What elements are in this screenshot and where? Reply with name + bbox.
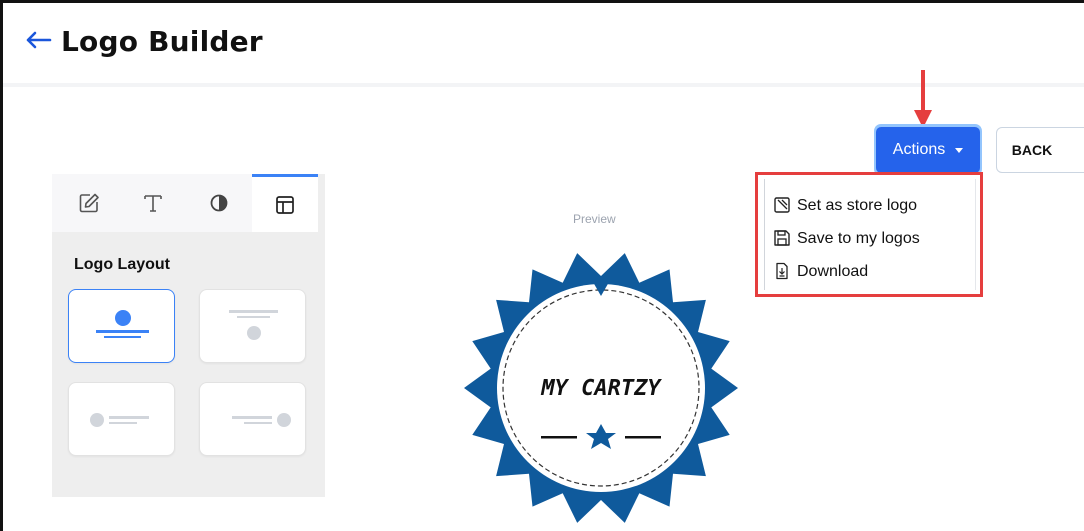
save-icon xyxy=(774,230,790,246)
download-icon xyxy=(776,262,788,280)
panel-title: Logo Layout xyxy=(74,256,170,273)
logo-text: MY CARTZY xyxy=(540,376,662,401)
actions-dropdown-menu: Set as store logo Save to my logos Downl… xyxy=(755,172,983,297)
annotation-arrow-icon xyxy=(913,70,933,132)
layout-option-icon-right[interactable] xyxy=(199,382,306,456)
contrast-icon xyxy=(210,194,228,212)
back-button[interactable]: BACK xyxy=(996,127,1084,173)
back-arrow-icon[interactable] xyxy=(23,25,53,55)
page-title: Logo Builder xyxy=(61,25,263,58)
tab-text[interactable] xyxy=(120,174,186,232)
menu-item-save-to-my-logos[interactable]: Save to my logos xyxy=(774,226,920,252)
editor-tab-bar xyxy=(52,174,318,232)
store-logo-icon xyxy=(774,197,790,213)
layout-option-icon-left[interactable] xyxy=(68,382,175,456)
caret-down-icon xyxy=(955,147,964,153)
tab-edit[interactable] xyxy=(56,174,122,232)
logo-preview: MY CARTZY xyxy=(463,250,739,526)
actions-button[interactable]: Actions xyxy=(876,127,980,173)
menu-item-label: Save to my logos xyxy=(797,230,920,247)
tab-layout[interactable] xyxy=(252,174,318,232)
preview-label: Preview xyxy=(573,212,616,226)
layout-option-text-top[interactable] xyxy=(199,289,306,363)
menu-item-download[interactable]: Download xyxy=(776,259,869,285)
menu-item-set-store-logo[interactable]: Set as store logo xyxy=(774,193,918,219)
logo-editor-panel: Logo Layout xyxy=(52,174,325,497)
tab-contrast[interactable] xyxy=(186,174,252,232)
menu-item-label: Download xyxy=(797,263,869,280)
dropdown-list: Set as store logo Save to my logos Downl… xyxy=(764,179,976,290)
layout-icon xyxy=(276,195,294,214)
menu-item-label: Set as store logo xyxy=(797,197,918,214)
layout-option-centered[interactable] xyxy=(68,289,175,363)
actions-button-label: Actions xyxy=(892,141,946,158)
edit-icon xyxy=(79,193,99,213)
text-icon xyxy=(144,195,162,212)
